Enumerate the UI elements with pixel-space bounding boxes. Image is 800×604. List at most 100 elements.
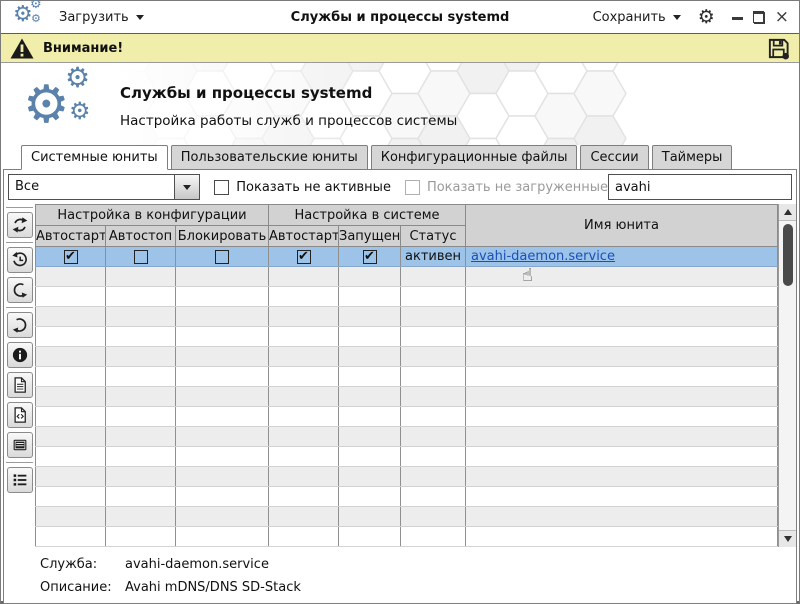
column-header-autostart-system[interactable]: Автостарт <box>268 225 339 247</box>
empty-row[interactable] <box>35 306 778 327</box>
save-menu-button[interactable]: Сохранить <box>593 10 681 25</box>
empty-row[interactable] <box>35 466 778 487</box>
units-table: Настройка в конфигурации Настройка в сис… <box>35 204 778 547</box>
tab-system-units[interactable]: Системные юниты <box>21 145 168 170</box>
warning-bar: Внимание! <box>1 33 799 63</box>
tab-user-units[interactable]: Пользовательские юниты <box>170 145 368 170</box>
empty-row[interactable] <box>35 386 778 407</box>
warning-triangle-icon <box>10 38 34 58</box>
document-icon <box>13 377 26 393</box>
header-fade-overlay <box>1 63 799 145</box>
column-header-block-config[interactable]: Блокировать <box>175 225 269 247</box>
maximize-button[interactable] <box>752 10 765 24</box>
toolbar-separator <box>6 207 33 208</box>
tab-content: Все Показать не активные Показать не заг… <box>3 169 797 604</box>
hand-cursor-icon: ☝ <box>522 265 533 286</box>
info-button[interactable] <box>6 342 33 368</box>
description-label: Описание: <box>40 580 112 595</box>
column-header-unit-name[interactable]: Имя юнита <box>465 204 778 247</box>
load-menu-label: Загрузить <box>59 9 129 25</box>
show-inactive-group: Показать не активные <box>214 179 391 195</box>
close-button[interactable]: × <box>775 8 789 26</box>
unit-name-link[interactable]: avahi-daemon.service <box>471 249 615 264</box>
show-unloaded-label: Показать не загруженные <box>426 179 608 195</box>
running-system-checkbox[interactable]: ✔ <box>362 249 377 264</box>
empty-row[interactable] <box>35 346 778 367</box>
window-controls: × <box>731 8 789 26</box>
empty-row[interactable] <box>35 486 778 507</box>
history-restore-button[interactable] <box>6 247 33 273</box>
triangle-down-icon <box>783 536 792 542</box>
load-menu-button[interactable]: Загрузить <box>59 10 144 25</box>
column-header-status[interactable]: Статус <box>399 225 467 247</box>
tab-config-files[interactable]: Конфигурационные файлы <box>370 145 578 170</box>
description-value: Avahi mDNS/DNS SD-Stack <box>125 580 301 595</box>
page-header: ⚙ ⚙ ⚙ Службы и процессы systemd Настройк… <box>1 63 799 145</box>
unit-filter-value: Все <box>15 179 40 194</box>
vertical-scrollbar[interactable] <box>778 204 796 547</box>
app-window: ⚙ ⚙ ⚙ Загрузить Службы и процессы system… <box>0 0 800 604</box>
detail-panel: Служба: avahi-daemon.service Описание: A… <box>4 547 796 603</box>
show-inactive-checkbox[interactable] <box>214 179 230 195</box>
group-header-system[interactable]: Настройка в системе <box>267 204 467 226</box>
gear-icon: ⚙ <box>65 63 91 94</box>
toolbar-separator <box>6 462 33 463</box>
empty-row[interactable] <box>35 406 778 427</box>
redo-arrow-icon <box>13 283 27 298</box>
group-header-config[interactable]: Настройка в конфигурации <box>35 204 269 226</box>
tab-label: Конфигурационные файлы <box>380 150 568 165</box>
tab-label: Сессии <box>590 150 639 165</box>
empty-row[interactable] <box>35 506 778 527</box>
minimize-button[interactable] <box>731 16 743 20</box>
show-inactive-label: Показать не активные <box>236 179 391 195</box>
save-file-icon[interactable] <box>767 37 790 60</box>
journal-button[interactable] <box>6 432 33 458</box>
tab-timers[interactable]: Таймеры <box>651 145 733 170</box>
search-input[interactable] <box>608 174 792 200</box>
service-value: avahi-daemon.service <box>125 557 269 572</box>
status-cell: активен <box>399 246 467 267</box>
page-title: Службы и процессы systemd <box>120 84 373 102</box>
unit-file-button[interactable] <box>6 372 33 398</box>
undo-button[interactable] <box>6 312 33 338</box>
autostart-config-checkbox[interactable]: ✔ <box>63 249 78 264</box>
list-icon <box>13 474 26 486</box>
document-code-icon <box>13 407 26 423</box>
scroll-down-button[interactable] <box>779 530 796 547</box>
empty-row[interactable] <box>35 446 778 467</box>
empty-row[interactable] <box>35 286 778 307</box>
triangle-up-icon <box>783 209 792 215</box>
unit-source-button[interactable] <box>6 402 33 428</box>
empty-row[interactable] <box>35 366 778 387</box>
gear-icon: ⚙ <box>23 75 70 135</box>
autostart-system-checkbox[interactable]: ✔ <box>296 249 311 264</box>
column-header-running-system[interactable]: Запущен <box>338 225 401 247</box>
filter-row: Все Показать не активные Показать не заг… <box>4 170 796 204</box>
empty-row[interactable] <box>35 266 778 287</box>
redo-button[interactable] <box>6 277 33 303</box>
combobox-dropdown-button[interactable] <box>174 175 200 199</box>
column-header-autostart-config[interactable]: Автостарт <box>35 225 106 247</box>
tab-label: Пользовательские юниты <box>180 150 358 165</box>
scroll-up-button[interactable] <box>779 204 796 221</box>
title-bar: ⚙ ⚙ ⚙ Загрузить Службы и процессы system… <box>1 0 799 33</box>
autostop-config-checkbox[interactable] <box>133 249 148 264</box>
unit-list-button[interactable] <box>6 467 33 493</box>
scrollbar-thumb[interactable] <box>782 224 793 286</box>
block-config-checkbox[interactable] <box>215 249 229 264</box>
history-clock-icon <box>11 251 27 267</box>
unit-row-selected[interactable]: ✔ ✔ ✔ активен avahi-daemon.service <box>35 246 778 267</box>
chevron-down-icon <box>672 14 681 20</box>
table-group-header-row: Настройка в конфигурации Настройка в сис… <box>35 204 778 247</box>
unit-filter-combobox[interactable]: Все <box>8 174 201 200</box>
column-header-autostop-config[interactable]: Автостоп <box>105 225 176 247</box>
refresh-button[interactable] <box>6 212 33 238</box>
systemd-gears-logo: ⚙ ⚙ ⚙ <box>23 63 119 143</box>
toolbar-separator <box>6 307 33 308</box>
empty-row[interactable] <box>35 426 778 447</box>
empty-row[interactable] <box>35 326 778 347</box>
tab-sessions[interactable]: Сессии <box>580 145 649 170</box>
settings-gear-icon[interactable]: ⚙ <box>698 7 715 27</box>
warning-label: Внимание! <box>43 40 124 56</box>
empty-row[interactable] <box>35 526 778 547</box>
